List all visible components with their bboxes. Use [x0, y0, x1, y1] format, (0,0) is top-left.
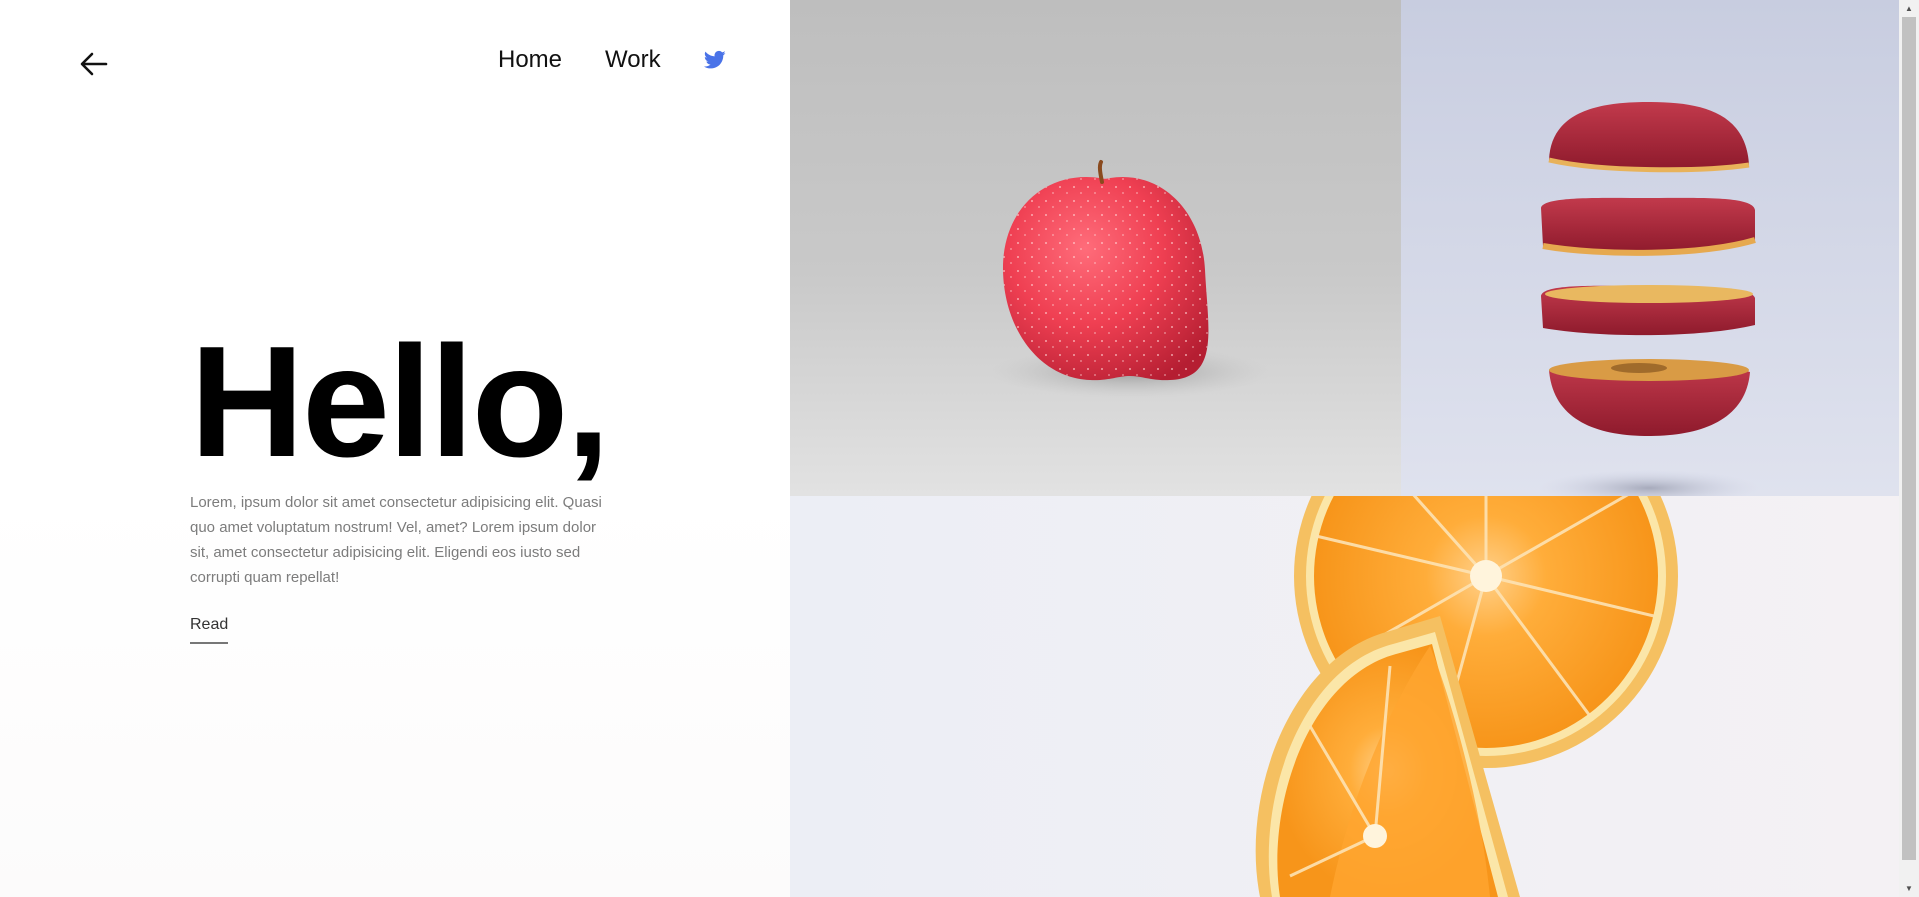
back-button[interactable]	[78, 48, 110, 80]
hero-description: Lorem, ipsum dolor sit amet consectetur …	[190, 494, 602, 586]
red-apple-photo	[790, 0, 1401, 496]
hero-panel: Home Work Hello, Lorem, ipsum dolor sit …	[0, 0, 790, 897]
top-nav: Home Work	[498, 44, 726, 76]
vertical-scrollbar[interactable]: ▲ ▼	[1899, 0, 1919, 897]
orange-halves-photo	[790, 496, 1899, 897]
sliced-apple-photo	[1401, 0, 1899, 496]
arrow-left-icon	[80, 52, 108, 76]
scroll-thumb[interactable]	[1902, 17, 1916, 860]
read-link[interactable]: Read	[190, 614, 229, 644]
nav-link-home[interactable]: Home	[498, 44, 562, 76]
scroll-up-arrow-icon[interactable]: ▲	[1899, 0, 1919, 17]
nav-link-work[interactable]: Work	[605, 44, 661, 76]
twitter-icon[interactable]	[703, 50, 726, 70]
scroll-down-arrow-icon[interactable]: ▼	[1899, 880, 1919, 897]
hero-title: Hello,	[190, 314, 610, 490]
